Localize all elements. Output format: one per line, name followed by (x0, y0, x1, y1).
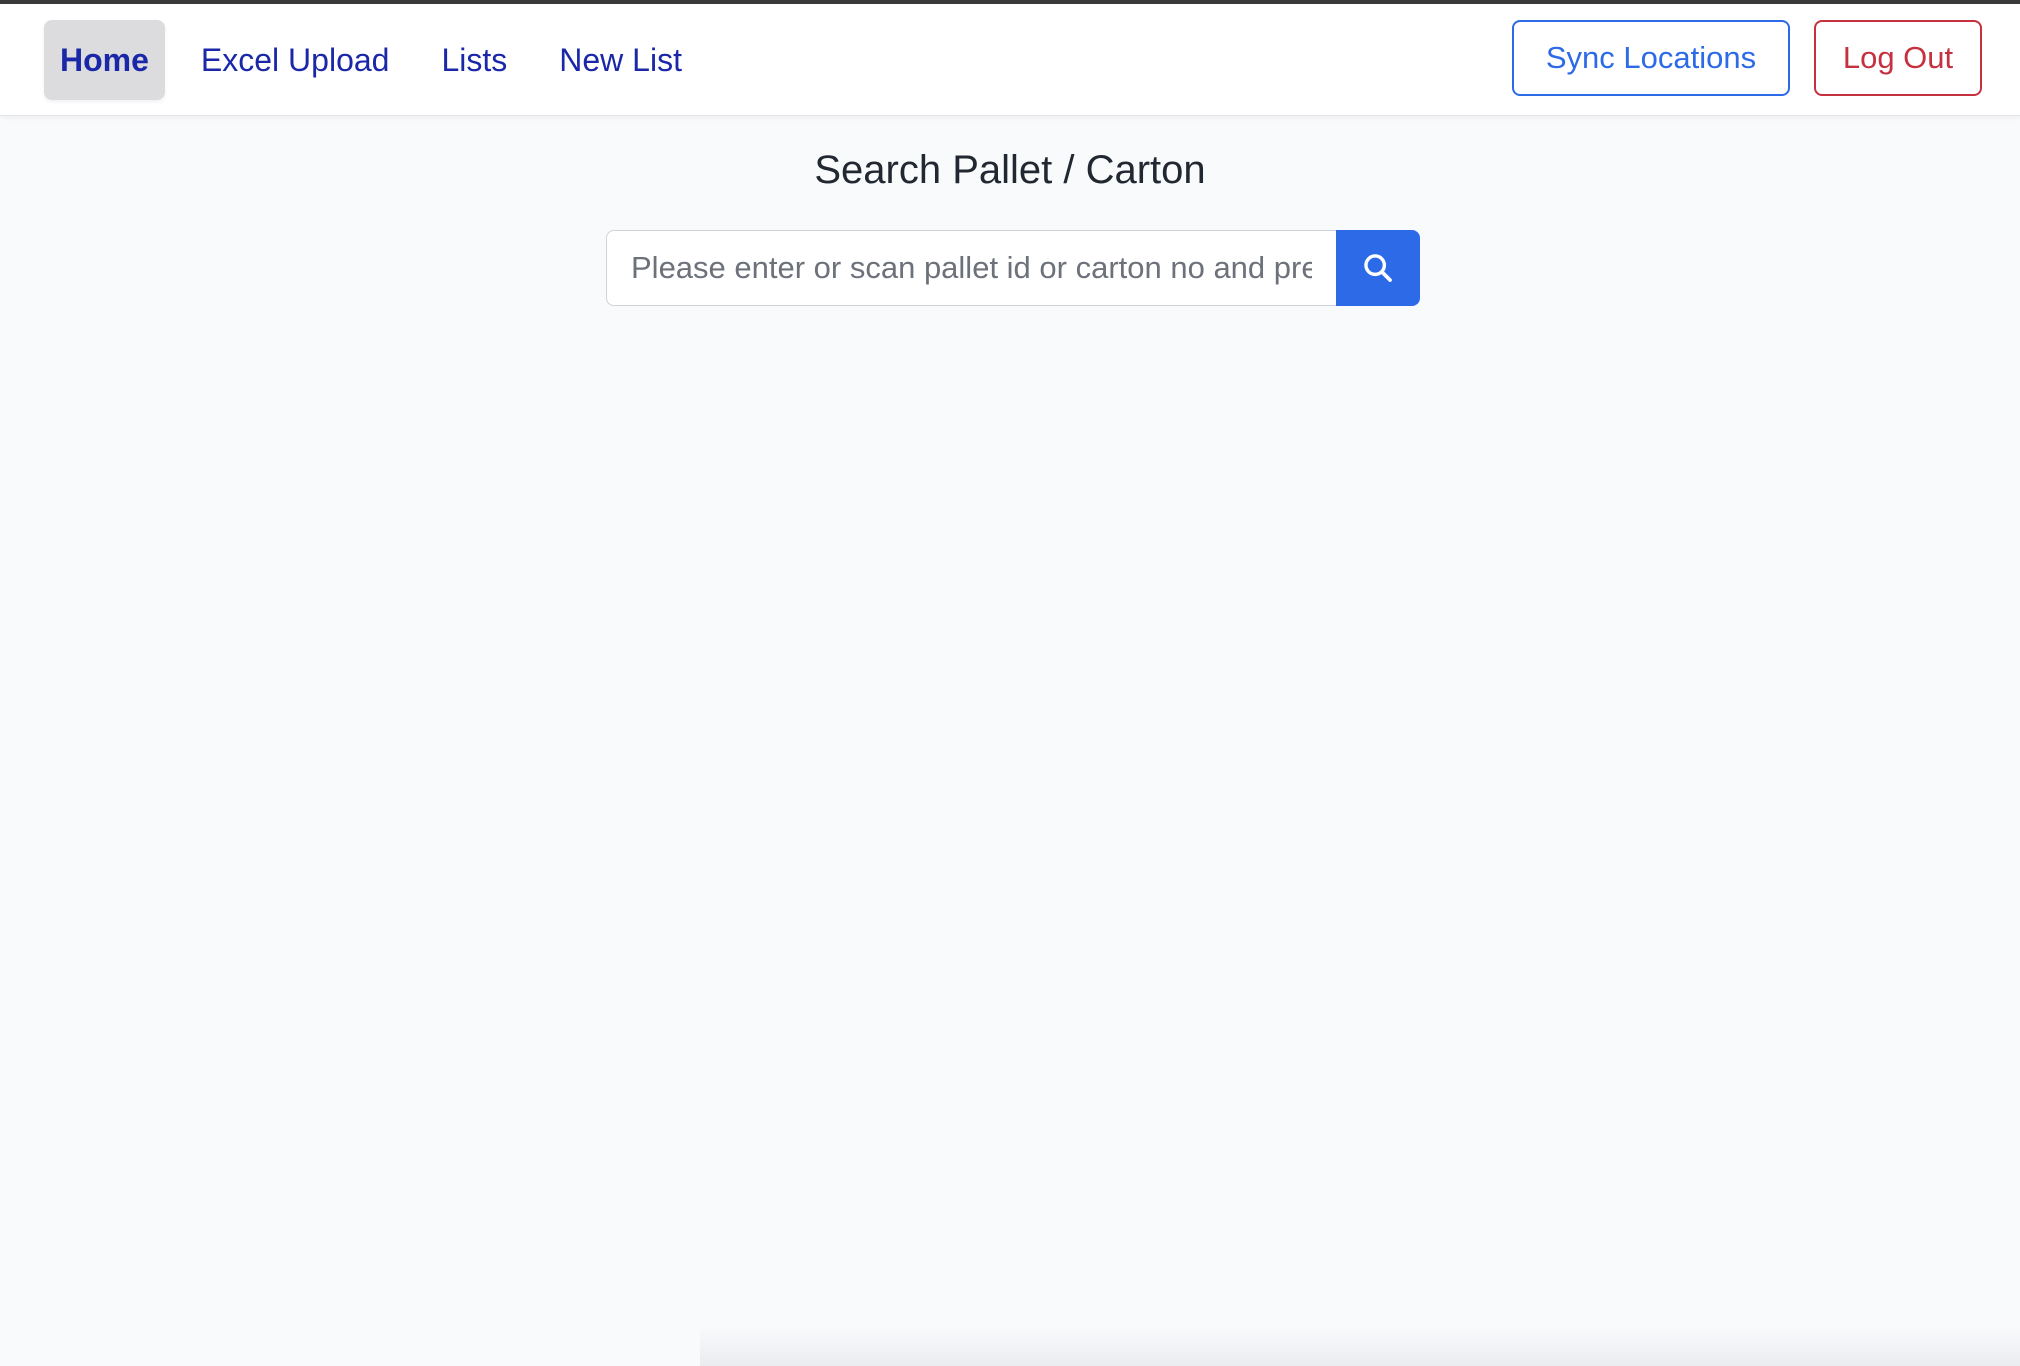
nav-link-new-list[interactable]: New List (543, 20, 698, 100)
nav-links: Home Excel Upload Lists New List (44, 20, 718, 100)
sync-locations-button[interactable]: Sync Locations (1512, 20, 1790, 96)
search-input[interactable] (606, 230, 1336, 306)
search-form (606, 230, 1420, 306)
top-navbar: Home Excel Upload Lists New List Sync Lo… (0, 4, 2020, 116)
page-title: Search Pallet / Carton (814, 148, 1206, 192)
search-button[interactable] (1336, 230, 1420, 306)
nav-actions: Sync Locations Log Out (1512, 20, 1982, 96)
search-icon (1364, 254, 1392, 282)
nav-link-excel-upload[interactable]: Excel Upload (185, 20, 406, 100)
nav-link-lists[interactable]: Lists (425, 20, 523, 100)
bottom-shadow (700, 1326, 2020, 1366)
log-out-button[interactable]: Log Out (1814, 20, 1982, 96)
nav-link-home[interactable]: Home (44, 20, 165, 100)
